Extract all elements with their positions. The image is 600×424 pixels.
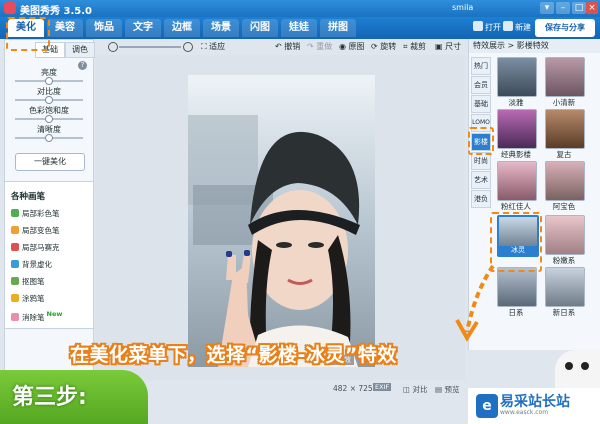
step-label: 第三步: — [12, 385, 87, 410]
effect-label-new-japanese: 新日系 — [552, 308, 576, 317]
rotate-button[interactable]: ⟳ 旋转 — [371, 41, 396, 52]
effect-label-abao: 阿宝色 — [552, 202, 576, 211]
effect-thumb-new-japanese[interactable] — [545, 267, 585, 307]
menu-tab-text[interactable]: 文字 — [125, 19, 161, 37]
minimize-icon[interactable]: – — [556, 2, 570, 14]
site-url: www.easck.com — [500, 409, 549, 416]
one-click-beautify-button[interactable]: 一键美化 — [15, 153, 85, 171]
new-badge: New — [46, 310, 63, 318]
pencil-icon — [11, 294, 19, 302]
maximize-icon[interactable]: □ — [572, 2, 586, 14]
effect-label-classic-studio: 经典影楼 — [501, 150, 531, 159]
fit-button[interactable]: ⛶ 适应 — [201, 41, 225, 52]
paint-brush-icon — [11, 209, 19, 217]
saturation-knob[interactable] — [45, 115, 53, 123]
open-button[interactable]: 打开 — [473, 21, 501, 35]
close-icon[interactable]: × — [586, 2, 598, 14]
preview-button[interactable]: ▤ 预览 — [435, 384, 459, 395]
exif-button[interactable]: EXIF — [373, 383, 392, 391]
brush-local-color[interactable]: 局部彩色笔 — [11, 208, 60, 219]
contrast-knob[interactable] — [45, 96, 53, 104]
effect-thumb-elegant[interactable] — [497, 57, 537, 97]
effect-label-elegant: 淡雅 — [508, 98, 524, 107]
blur-icon — [11, 260, 19, 268]
effect-tab-hot[interactable]: 热门 — [471, 57, 491, 75]
user-name[interactable]: smila — [452, 3, 473, 12]
paint-brush-icon — [11, 226, 19, 234]
app-icon — [4, 2, 16, 14]
title-bar: 美图秀秀 3.5.0 smila ▾ – □ × — [0, 0, 600, 17]
zoom-slider[interactable] — [119, 46, 181, 48]
cartoon-image — [555, 350, 600, 390]
subtab-color[interactable]: 调色 — [65, 42, 95, 58]
sharpness-knob[interactable] — [45, 134, 53, 142]
brush-eraser[interactable]: 消除笔 New — [11, 310, 62, 323]
effect-label-fresh: 小清新 — [552, 98, 576, 107]
mosaic-icon — [11, 243, 19, 251]
menu-tab-collage[interactable]: 拼图 — [320, 19, 356, 37]
brushes-title: 各种画笔 — [11, 192, 46, 202]
menu-tab-frame[interactable]: 边框 — [164, 19, 200, 37]
brushes-panel: 各种画笔 局部彩色笔 局部变色笔 局部马赛克 背景虚化 抠图笔 涂鸦笔 消除笔 N… — [4, 181, 94, 329]
menu-icon[interactable]: ▾ — [540, 2, 554, 14]
new-button[interactable]: 新建 — [503, 21, 531, 35]
folder-icon — [473, 21, 483, 31]
brush-doodle[interactable]: 涂鸦笔 — [11, 293, 45, 304]
image-size: 482 × 725 — [333, 384, 373, 393]
photo[interactable] — [188, 75, 375, 367]
effect-tab-other[interactable]: 港负 — [471, 190, 491, 208]
effect-label-retro: 复古 — [556, 150, 572, 159]
highlight-menu-tab — [6, 17, 50, 51]
effect-thumb-fresh[interactable] — [545, 57, 585, 97]
menu-tab-accessories[interactable]: 饰品 — [86, 19, 122, 37]
effect-thumb-classic-studio[interactable] — [497, 109, 537, 149]
brush-local-recolor[interactable]: 局部变色笔 — [11, 225, 60, 236]
effect-tab-art[interactable]: 艺术 — [471, 171, 491, 189]
save-share-button[interactable]: 保存与分享 — [535, 19, 595, 37]
scissors-icon — [11, 277, 19, 285]
effect-thumb-retro[interactable] — [545, 109, 585, 149]
original-button[interactable]: ◉ 原图 — [339, 41, 365, 52]
site-logo-icon: e — [476, 394, 498, 418]
redo-button[interactable]: ↷ 重做 — [307, 41, 332, 52]
effect-tab-member[interactable]: 会员 — [471, 76, 491, 94]
plus-icon — [503, 21, 513, 31]
menu-tab-scene[interactable]: 场景 — [203, 19, 239, 37]
effect-tab-basic[interactable]: 基础 — [471, 95, 491, 113]
effect-label-pink: 粉嫩系 — [552, 256, 576, 265]
app-title: 美图秀秀 3.5.0 — [20, 6, 92, 17]
status-bar: 482 × 725 EXIF ◫ 对比 ▤ 预览 — [95, 382, 465, 396]
brush-mosaic[interactable]: 局部马赛克 — [11, 242, 60, 253]
menu-tab-doll[interactable]: 娃娃 — [281, 19, 317, 37]
site-name: 易采站长站 — [500, 394, 570, 410]
size-button[interactable]: ▣ 尺寸 — [435, 41, 461, 52]
arrow-icon — [455, 264, 495, 342]
effect-thumb-abao[interactable] — [545, 161, 585, 201]
compare-button[interactable]: ◫ 对比 — [403, 384, 427, 395]
menu-tab-flash[interactable]: 闪图 — [242, 19, 278, 37]
menu-bar: 美化 美容 饰品 文字 边框 场景 闪图 娃娃 拼图 打开 新建 保存与分享 — [0, 17, 600, 39]
instruction-text: 在美化菜单下，选择“影楼-冰灵”特效 — [70, 344, 397, 366]
crop-button[interactable]: ⌗ 裁剪 — [403, 41, 426, 52]
brush-cutout[interactable]: 抠图笔 — [11, 276, 45, 287]
highlight-studio-tab — [468, 127, 494, 155]
eraser-icon — [11, 313, 19, 321]
canvas-area: 该特效 — [95, 55, 465, 380]
effect-thumb-pink[interactable] — [545, 215, 585, 255]
zoom-in-icon[interactable] — [183, 42, 193, 52]
undo-button[interactable]: ↶ 撤销 — [275, 41, 300, 52]
effects-breadcrumb: 特效展示 > 影楼特效 — [469, 39, 600, 53]
brightness-knob[interactable] — [45, 77, 53, 85]
portrait-image — [188, 75, 375, 367]
menu-tab-beauty[interactable]: 美容 — [47, 19, 83, 37]
zoom-out-icon[interactable] — [108, 42, 118, 52]
effect-thumb-pink-lady[interactable] — [497, 161, 537, 201]
canvas-toolbar: ⛶ 适应 ↶ 撤销 ↷ 重做 ◉ 原图 ⟳ 旋转 ⌗ 裁剪 ▣ 尺寸 — [95, 39, 465, 55]
brush-background-blur[interactable]: 背景虚化 — [11, 259, 52, 270]
